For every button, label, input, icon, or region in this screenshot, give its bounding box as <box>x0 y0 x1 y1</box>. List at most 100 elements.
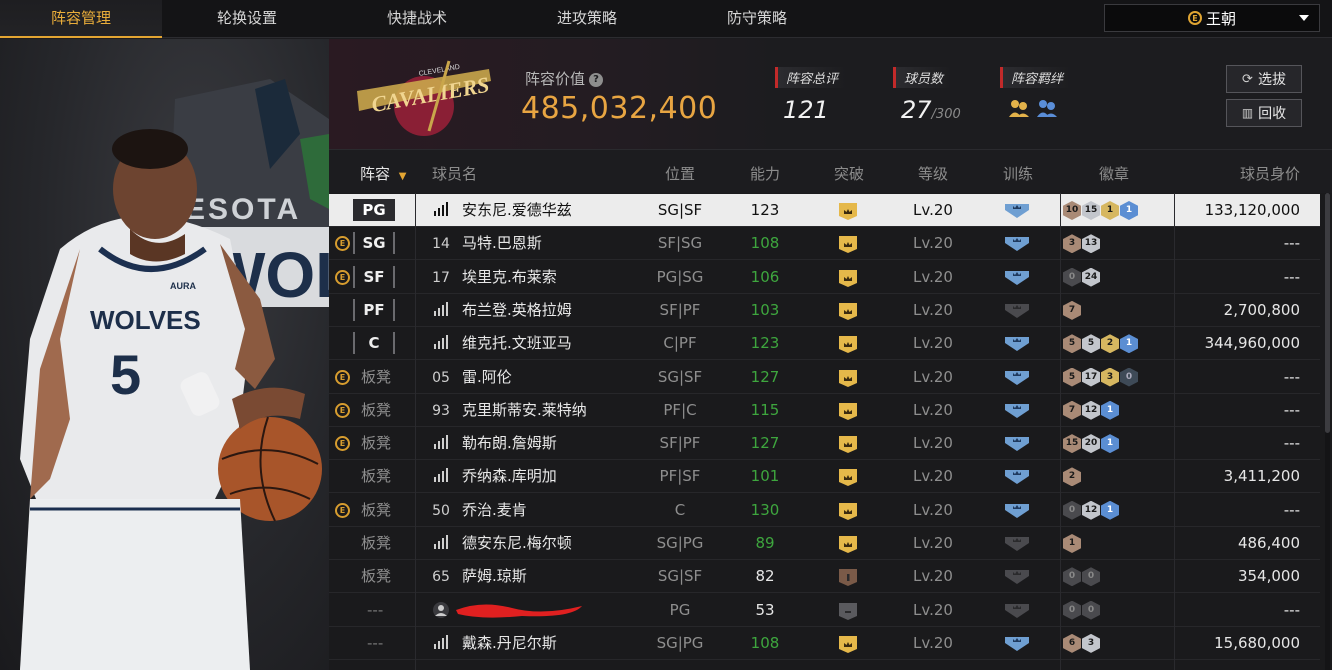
badge-list[interactable]: 7 12 1 <box>1063 400 1119 420</box>
lineup-position-badge[interactable]: SF <box>353 265 395 288</box>
breakthrough-crown-icon[interactable] <box>837 434 859 458</box>
lineup-position-badge[interactable]: C <box>353 332 395 355</box>
scrollbar-thumb[interactable] <box>1325 193 1330 433</box>
training-icon[interactable] <box>1003 567 1031 589</box>
tab-offense-strategy[interactable]: 进攻策略 <box>506 0 668 38</box>
badge-list[interactable]: 0 24 <box>1063 267 1100 287</box>
player-name[interactable]: 马特.巴恩斯 <box>462 227 542 260</box>
training-icon[interactable] <box>1003 534 1031 556</box>
col-training[interactable]: 训练 <box>1003 163 1033 184</box>
player-name[interactable]: 德安东尼.梅尔顿 <box>462 527 572 560</box>
lineup-position-badge[interactable]: PF <box>353 298 395 321</box>
recycle-button[interactable]: ▥ 回收 <box>1226 99 1302 127</box>
badge-list[interactable]: 00 <box>1063 600 1100 620</box>
breakthrough-crown-icon[interactable] <box>837 401 859 425</box>
breakthrough-crown-icon[interactable] <box>837 634 859 658</box>
col-position[interactable]: 位置 <box>665 163 695 184</box>
table-row[interactable]: --- PG 53 Lv.20 0 0 --- <box>329 594 1320 627</box>
team-select-dropdown[interactable]: E 王朝 <box>1104 4 1320 32</box>
training-icon[interactable] <box>1003 401 1031 423</box>
breakthrough-crown-icon[interactable] <box>837 601 859 625</box>
table-row[interactable]: E SG 14 马特.巴恩斯 SF|SG 108 Lv.20 3 13 --- <box>329 227 1320 261</box>
lineup-bench-label[interactable]: 板凳 <box>361 394 391 427</box>
training-icon[interactable] <box>1003 368 1031 390</box>
table-row[interactable]: E 板凳 勒布朗.詹姆斯 SF|PF 127 Lv.20 15 20 1 --- <box>329 427 1320 461</box>
badge-list[interactable]: 10 15 1 1 <box>1063 201 1138 220</box>
breakthrough-crown-icon[interactable] <box>837 368 859 392</box>
col-player-name[interactable]: 球员名 <box>432 163 477 184</box>
training-icon[interactable] <box>1003 634 1031 656</box>
bond-blue-icon[interactable] <box>1036 98 1058 118</box>
lineup-bench-label[interactable]: 板凳 <box>361 460 391 493</box>
training-icon[interactable] <box>1003 301 1031 323</box>
tab-lineup-management[interactable]: 阵容管理 <box>0 0 162 38</box>
badge-list[interactable]: 0 12 1 <box>1063 500 1119 520</box>
tab-quick-tactics[interactable]: 快捷战术 <box>336 0 498 38</box>
table-row[interactable]: C 维克托.文班亚马 C|PF 123 Lv.20 5 5 2 1 344,960,000 <box>329 327 1320 361</box>
breakthrough-crown-icon[interactable] <box>837 534 859 558</box>
player-name[interactable]: 勒布朗.詹姆斯 <box>462 427 557 460</box>
training-icon[interactable] <box>1003 334 1031 356</box>
breakthrough-crown-icon[interactable] <box>837 268 859 292</box>
tab-rotation-settings[interactable]: 轮换设置 <box>166 0 328 38</box>
badge-list[interactable]: 3 13 <box>1063 234 1100 254</box>
training-icon[interactable] <box>1003 268 1031 290</box>
player-name[interactable]: 克里斯蒂安.莱特纳 <box>462 394 587 427</box>
training-icon[interactable] <box>1003 434 1031 456</box>
player-name[interactable]: 雷.阿伦 <box>462 361 512 394</box>
badge-list[interactable]: 1 <box>1063 534 1081 553</box>
badge-list[interactable]: 2 <box>1063 467 1081 487</box>
player-name[interactable]: 维克托.文班亚马 <box>462 327 572 360</box>
breakthrough-crown-icon[interactable] <box>837 567 859 591</box>
lineup-position-badge[interactable]: SG <box>353 232 395 255</box>
player-name[interactable]: 乔纳森.库明加 <box>462 460 557 493</box>
player-name[interactable]: 戴森.丹尼尔斯 <box>462 627 557 660</box>
training-icon[interactable] <box>1003 501 1031 523</box>
bond-gold-icon[interactable] <box>1008 98 1030 118</box>
player-name[interactable]: 安东尼.爱德华兹 <box>462 194 572 227</box>
table-row[interactable]: 板凳 德安东尼.梅尔顿 SG|PG 89 Lv.20 1 486,400 <box>329 527 1320 560</box>
table-row[interactable]: E 板凳 50 乔治.麦肯 C 130 Lv.20 0 12 1 --- <box>329 494 1320 527</box>
table-row[interactable]: PF 布兰登.英格拉姆 SF|PF 103 Lv.20 7 2,700,800 <box>329 294 1320 327</box>
lineup-bench-label[interactable]: 板凳 <box>361 560 391 593</box>
badge-list[interactable]: 5 17 3 0 <box>1063 367 1138 387</box>
training-icon[interactable] <box>1003 234 1031 256</box>
table-row[interactable]: 板凳 65 萨姆.琼斯 SG|SF 82 Lv.20 0 0 354,000 <box>329 560 1320 594</box>
lineup-position-badge[interactable]: PG <box>353 199 395 221</box>
col-badges[interactable]: 徽章 <box>1099 163 1129 184</box>
table-row[interactable]: E 板凳 05 雷.阿伦 SG|SF 127 Lv.20 5 17 3 0 --- <box>329 361 1320 394</box>
player-name[interactable]: 萨姆.琼斯 <box>462 560 527 593</box>
breakthrough-crown-icon[interactable] <box>837 301 859 325</box>
breakthrough-crown-icon[interactable] <box>837 334 859 358</box>
table-row[interactable]: E SF 17 埃里克.布莱索 PG|SG 106 Lv.20 0 24 --- <box>329 261 1320 294</box>
player-name[interactable]: 乔治.麦肯 <box>462 494 527 527</box>
select-button[interactable]: ⟳ 选拔 <box>1226 65 1302 93</box>
lineup-bench-label[interactable]: 板凳 <box>361 494 391 527</box>
table-row[interactable]: E 板凳 93 克里斯蒂安.莱特纳 PF|C 115 Lv.20 7 12 1 --- <box>329 394 1320 427</box>
breakthrough-crown-icon[interactable] <box>837 234 859 258</box>
table-row[interactable]: 板凳 乔纳森.库明加 PF|SF 101 Lv.20 2 3,411,200 <box>329 460 1320 494</box>
lineup-bench-label[interactable]: 板凳 <box>361 427 391 460</box>
table-row[interactable]: --- 戴森.丹尼尔斯 SG|PG 108 Lv.20 6 3 15,680,000 <box>329 627 1320 660</box>
lineup-bench-label[interactable]: 板凳 <box>361 361 391 394</box>
col-lineup-sort[interactable]: 阵容 ▼ <box>360 163 407 184</box>
player-name[interactable]: 布兰登.英格拉姆 <box>462 294 572 327</box>
player-name[interactable]: 埃里克.布莱索 <box>462 261 557 294</box>
badge-list[interactable]: 7 <box>1063 300 1081 320</box>
badge-list[interactable]: 15 20 1 <box>1063 434 1119 454</box>
lineup-bench-label[interactable]: 板凳 <box>361 527 391 560</box>
training-icon[interactable] <box>1003 601 1031 623</box>
col-level[interactable]: 等级 <box>918 163 948 184</box>
col-rating[interactable]: 能力 <box>750 163 780 184</box>
badge-list[interactable]: 63 <box>1063 633 1100 653</box>
training-icon[interactable] <box>1003 201 1031 223</box>
badge-list[interactable]: 00 <box>1063 567 1100 587</box>
help-icon[interactable]: ? <box>589 72 604 87</box>
bond-icons[interactable] <box>1008 98 1071 118</box>
breakthrough-crown-icon[interactable] <box>837 501 859 525</box>
col-player-value[interactable]: 球员身价 <box>1240 163 1300 184</box>
breakthrough-crown-icon[interactable] <box>837 467 859 491</box>
breakthrough-crown-icon[interactable] <box>837 201 859 225</box>
training-icon[interactable] <box>1003 467 1031 489</box>
col-breakthrough[interactable]: 突破 <box>834 163 864 184</box>
